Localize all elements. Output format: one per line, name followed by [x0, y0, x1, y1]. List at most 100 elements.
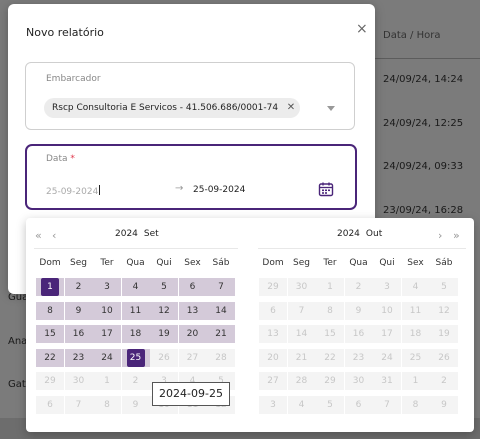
calendar-day-label: 19 [438, 329, 450, 339]
chevron-down-icon[interactable] [327, 106, 335, 111]
calendar-day-label: 7 [384, 399, 390, 410]
next-month-icon[interactable]: › [438, 230, 442, 241]
calendar-day-cell[interactable]: 15 [36, 325, 64, 343]
calendar-day-label: 6 [270, 305, 276, 316]
calendar-day-label: 20 [186, 329, 199, 339]
required-mark: * [70, 154, 75, 164]
calendar-day-cell[interactable]: 17 [93, 325, 121, 343]
calendar-day-label: 26 [158, 352, 170, 363]
calendar-day-cell: 21 [287, 348, 316, 367]
calendar-day-cell: 25 [401, 348, 430, 367]
calendar-day-cell[interactable]: 3 [93, 278, 121, 296]
calendar-day-cell: 2 [344, 278, 373, 296]
calendar-day-cell: 29 [259, 278, 287, 296]
right-header-divider [258, 248, 466, 249]
weekday-header: Seg [293, 258, 310, 268]
shipper-select[interactable]: Embarcador Rscp Consultoria E Servicos -… [25, 62, 355, 130]
next-year-icon[interactable]: » [453, 230, 460, 241]
calendar-day-label: 29 [267, 282, 279, 292]
calendar-day-cell: 20 [259, 348, 287, 367]
calendar-day-cell: 27 [178, 348, 207, 367]
left-year-label[interactable]: 2024 [115, 229, 138, 239]
calendar-day-label: 7 [75, 399, 82, 410]
calendar-day-cell[interactable]: 4 [121, 278, 150, 296]
table-row-datetime: 24/09/24, 12:25 [383, 118, 464, 129]
calendar-day-cell[interactable]: 9 [64, 301, 93, 320]
calendar-day-label: 25 [409, 352, 422, 363]
calendar-day-cell[interactable]: 11 [121, 301, 150, 320]
weekday-header: Sex [184, 258, 201, 268]
prev-month-icon[interactable]: ‹ [52, 230, 56, 241]
calendar-day-cell: 2 [430, 372, 458, 390]
calendar-day-label: 1 [41, 278, 59, 296]
calendar-day-cell: 11 [401, 301, 430, 320]
calendar-day-cell: 13 [259, 325, 287, 343]
calendar-day-cell[interactable]: 22 [36, 348, 64, 367]
calendar-day-label: 29 [324, 376, 336, 386]
calendar-day-cell[interactable]: 16 [64, 325, 93, 343]
weekday-header: Ter [100, 258, 114, 268]
calendar-day-cell[interactable]: 19 [150, 325, 178, 343]
calendar-day-cell[interactable]: 1 [36, 278, 64, 296]
calendar-day-cell: 30 [287, 278, 316, 296]
date-label-text: Data [46, 154, 68, 164]
calendar-day-label: 5 [327, 399, 333, 410]
calendar-day-label: 30 [295, 282, 308, 292]
calendar-day-cell: 29 [316, 372, 344, 390]
right-month-label[interactable]: Out [366, 229, 382, 239]
date-range-picker: « ‹ 2024 Set 2024 Out › » Dom Seg Ter Qua Qui S… [26, 218, 474, 432]
calendar-day-cell: 16 [344, 325, 373, 343]
calendar-day-label: 2 [75, 282, 82, 292]
end-date-input[interactable]: 25-09-2024 [193, 185, 245, 195]
calendar-day-cell[interactable]: 13 [178, 301, 207, 320]
calendar-day-cell: 22 [316, 348, 344, 367]
calendar-day-label: 6 [47, 399, 53, 410]
calendar-day-cell: 19 [430, 325, 458, 343]
calendar-day-cell[interactable]: 24 [93, 348, 121, 367]
weekday-header: Sex [407, 258, 424, 268]
close-icon[interactable]: × [356, 22, 368, 36]
calendar-day-cell[interactable]: 12 [150, 301, 178, 320]
calendar-day-label: 30 [72, 376, 85, 386]
start-date-value: 25-09-2024 [46, 187, 99, 197]
calendar-day-cell: 27 [259, 372, 287, 390]
calendar-day-cell[interactable]: 6 [178, 278, 207, 296]
calendar-day-label: 17 [101, 329, 113, 339]
chip-remove-icon[interactable]: ✕ [287, 98, 295, 118]
prev-year-icon[interactable]: « [35, 230, 42, 241]
calendar-day-cell[interactable]: 18 [121, 325, 150, 343]
calendar-day-cell[interactable]: 2 [64, 278, 93, 296]
calendar-day-label: 11 [129, 305, 142, 316]
calendar-day-label: 31 [381, 376, 393, 386]
calendar-day-cell: 30 [64, 372, 93, 390]
calendar-day-cell[interactable]: 5 [150, 278, 178, 296]
weekday-header: Qua [126, 258, 145, 268]
calendar-day-cell[interactable]: 20 [178, 325, 207, 343]
right-month-title: 2024 Out [337, 229, 388, 239]
calendar-icon[interactable] [318, 181, 334, 197]
calendar-day-label: 12 [158, 305, 170, 316]
calendar-day-cell: 23 [344, 348, 373, 367]
calendar-day-label: 23 [352, 352, 365, 363]
calendar-day-cell: 18 [401, 325, 430, 343]
calendar-day-label: 9 [132, 399, 139, 410]
date-tooltip: 2024-09-25 [152, 382, 230, 406]
calendar-day-cell: 1 [93, 372, 121, 390]
calendar-day-cell[interactable]: 10 [93, 301, 121, 320]
calendar-day-label: 3 [104, 282, 110, 292]
calendar-day-label: 27 [186, 352, 199, 363]
calendar-day-label: 13 [267, 329, 279, 339]
weekday-header: Qua [349, 258, 368, 268]
calendar-day-cell[interactable]: 23 [64, 348, 93, 367]
calendar-day-cell[interactable]: 21 [207, 325, 235, 343]
calendar-day-cell[interactable]: 8 [36, 301, 64, 320]
right-year-label[interactable]: 2024 [337, 229, 360, 239]
calendar-day-cell[interactable]: 7 [207, 278, 235, 296]
date-range-field[interactable]: Data * 25-09-2024 → 25-09-2024 [25, 144, 357, 210]
start-date-input[interactable]: 25-09-2024 [46, 185, 101, 197]
calendar-day-cell[interactable]: 14 [207, 301, 235, 320]
calendar-day-label: 3 [384, 282, 390, 292]
calendar-day-cell[interactable]: 25 [121, 348, 150, 367]
calendar-day-label: 16 [72, 329, 85, 339]
left-month-label[interactable]: Set [144, 229, 159, 239]
